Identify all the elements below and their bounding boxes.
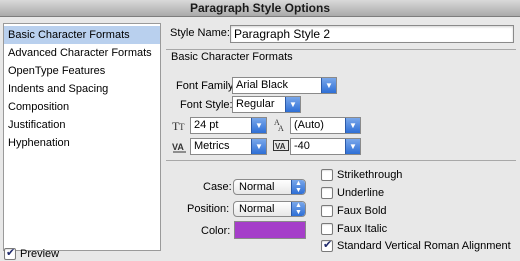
window-title: Paragraph Style Options	[0, 0, 520, 17]
dialog-body: Basic Character Formats Advanced Charact…	[0, 18, 520, 261]
position-label: Position:	[187, 203, 230, 215]
sidebar-item-hyphenation[interactable]: Hyphenation	[4, 134, 160, 152]
leading-icon: AA	[273, 118, 289, 135]
font-style-value: Regular	[236, 98, 275, 110]
chevron-down-icon: ▼	[321, 78, 336, 93]
preview-toggle[interactable]: Preview	[4, 246, 59, 261]
faux-italic-checkbox[interactable]	[321, 223, 333, 235]
faux-bold-label: Faux Bold	[337, 205, 387, 217]
divider	[166, 49, 516, 50]
kerning-value: Metrics	[194, 140, 230, 152]
chevron-down-icon: ▼	[285, 97, 300, 112]
chevron-down-icon: ▼	[345, 139, 360, 154]
font-size-icon: TT	[172, 118, 188, 135]
underline-label: Underline	[337, 187, 385, 199]
style-name-label: Style Name:	[170, 27, 230, 39]
chevron-down-icon: ▼	[251, 139, 266, 154]
up-down-arrows-icon: ▲ ▼	[291, 180, 305, 194]
svg-text:VA: VA	[172, 142, 184, 152]
style-name-input[interactable]: Paragraph Style 2	[230, 25, 514, 43]
leading-value: (Auto)	[294, 119, 324, 131]
tracking-select[interactable]: -40 ▼	[290, 138, 361, 155]
font-size-value: 24 pt	[194, 119, 219, 131]
font-family-select[interactable]: Arial Black ▼	[232, 77, 337, 94]
sidebar-item-advanced-character-formats[interactable]: Advanced Character Formats	[4, 44, 160, 62]
strikethrough-label: Strikethrough	[337, 169, 403, 181]
tracking-icon: VA	[273, 139, 289, 156]
kerning-icon: VA	[172, 139, 188, 156]
standard-vertical-roman-alignment-label: Standard Vertical Roman Alignment	[337, 240, 511, 252]
position-popup[interactable]: Normal ▲ ▼	[233, 201, 306, 217]
sidebar-item-indents-and-spacing[interactable]: Indents and Spacing	[4, 80, 160, 98]
font-family-value: Arial Black	[236, 79, 288, 91]
font-family-label: Font Family:	[176, 80, 237, 92]
tracking-value: -40	[294, 140, 310, 152]
underline-option[interactable]: Underline	[321, 187, 384, 199]
preview-label: Preview	[20, 247, 60, 260]
faux-bold-checkbox[interactable]	[321, 205, 333, 217]
chevron-down-icon: ▼	[251, 118, 266, 133]
font-style-label: Font Style:	[180, 99, 233, 111]
case-popup[interactable]: Normal ▲ ▼	[233, 179, 306, 195]
font-style-select[interactable]: Regular ▼	[232, 96, 301, 113]
standard-vertical-roman-alignment-checkbox[interactable]	[321, 238, 333, 252]
up-down-arrows-icon: ▲ ▼	[291, 202, 305, 216]
svg-text:VA: VA	[275, 142, 286, 151]
sidebar-item-basic-character-formats[interactable]: Basic Character Formats	[4, 26, 160, 44]
case-value: Normal	[239, 181, 275, 193]
underline-checkbox[interactable]	[321, 187, 333, 199]
strikethrough-checkbox[interactable]	[321, 169, 333, 181]
kerning-select[interactable]: Metrics ▼	[190, 138, 267, 155]
divider	[166, 160, 516, 161]
standard-vertical-roman-alignment-option[interactable]: Standard Vertical Roman Alignment	[321, 238, 511, 252]
sidebar-item-justification[interactable]: Justification	[4, 116, 160, 134]
case-label: Case:	[203, 181, 232, 193]
faux-italic-option[interactable]: Faux Italic	[321, 223, 387, 235]
color-label: Color:	[201, 225, 231, 237]
chevron-down-icon: ▼	[345, 118, 360, 133]
category-list: Basic Character Formats Advanced Charact…	[3, 23, 161, 251]
preview-checkbox[interactable]	[4, 246, 16, 260]
color-swatch[interactable]	[234, 221, 306, 239]
sidebar-item-composition[interactable]: Composition	[4, 98, 160, 116]
sidebar-item-opentype-features[interactable]: OpenType Features	[4, 62, 160, 80]
font-size-select[interactable]: 24 pt ▼	[190, 117, 267, 134]
leading-select[interactable]: (Auto) ▼	[290, 117, 361, 134]
svg-text:A: A	[278, 124, 284, 132]
position-value: Normal	[239, 203, 275, 215]
section-title: Basic Character Formats	[171, 51, 293, 63]
faux-italic-label: Faux Italic	[337, 223, 388, 235]
svg-text:T: T	[179, 122, 185, 132]
faux-bold-option[interactable]: Faux Bold	[321, 205, 387, 217]
strikethrough-option[interactable]: Strikethrough	[321, 169, 402, 181]
